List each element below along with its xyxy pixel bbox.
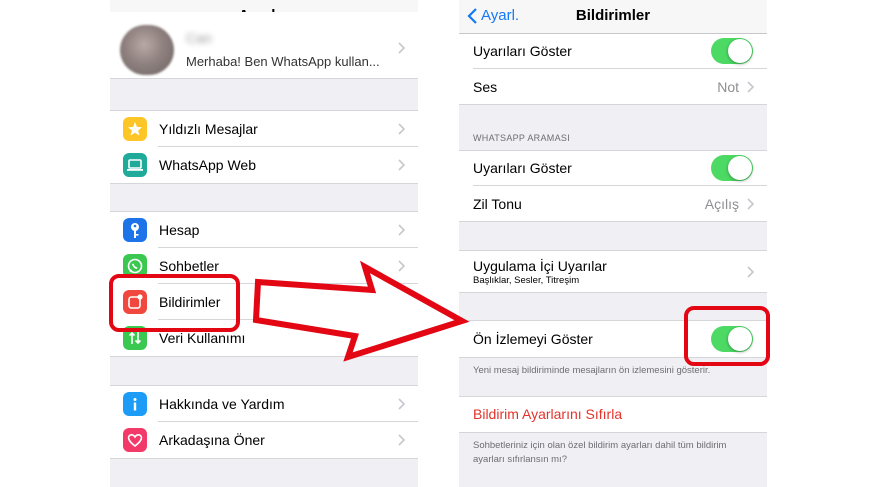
arrow-icon (252, 260, 470, 362)
